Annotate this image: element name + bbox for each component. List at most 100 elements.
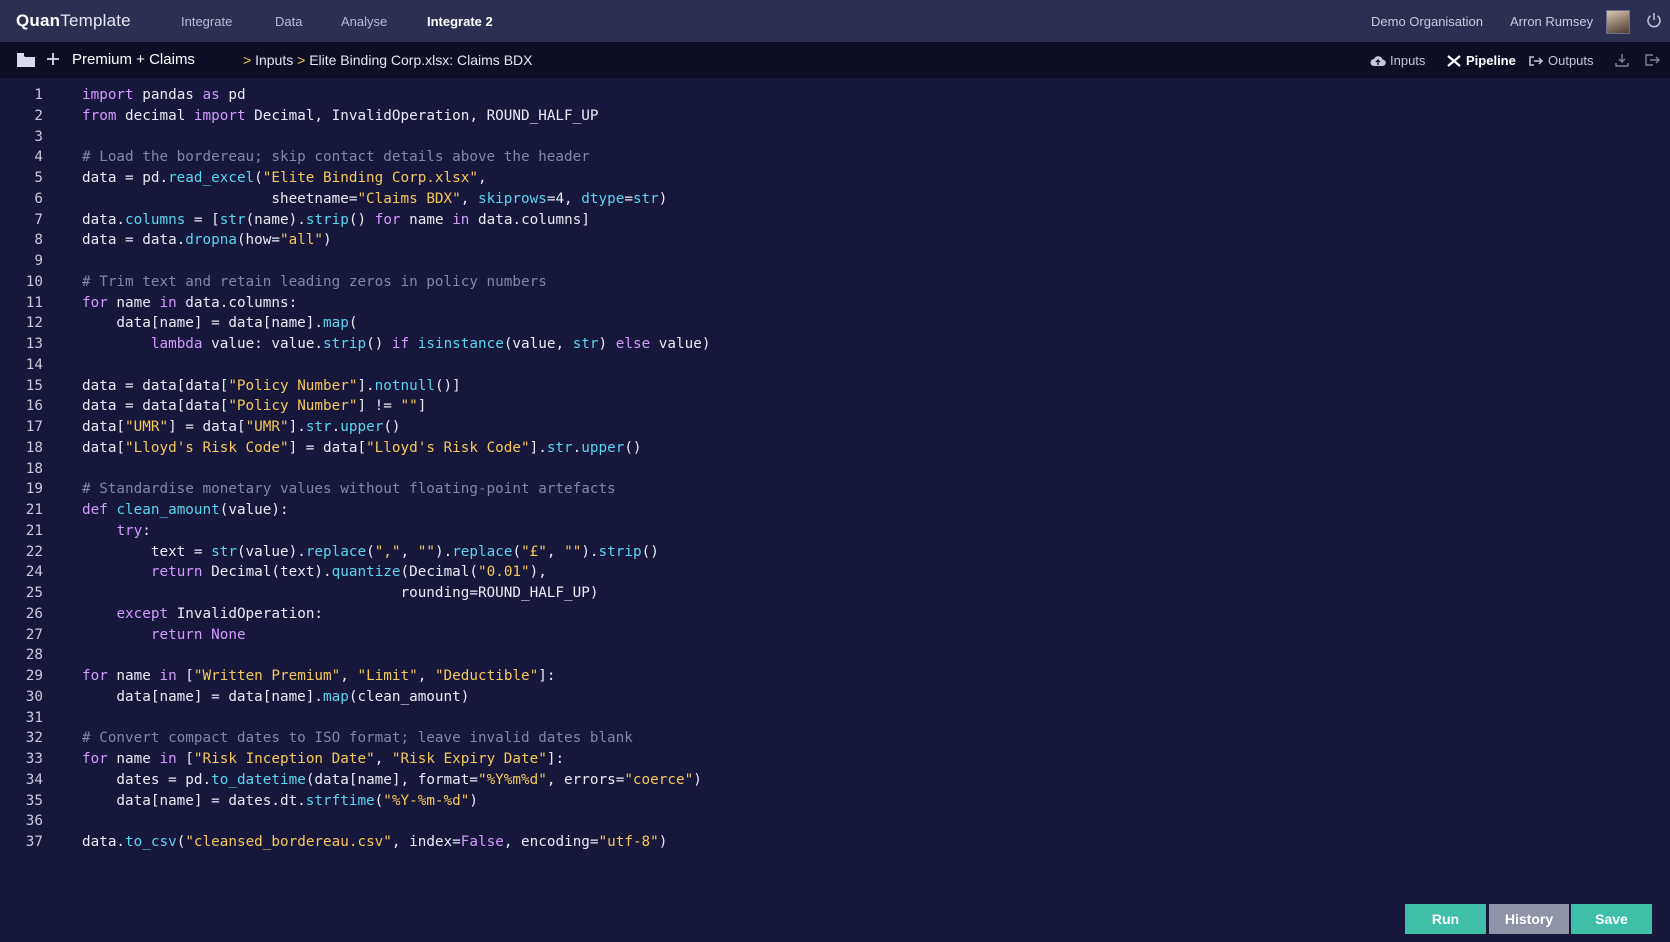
code-line[interactable]: 13 lambda value: value.strip() if isinst… (0, 336, 1400, 358)
project-name[interactable]: Premium + Claims (72, 51, 195, 68)
user-name[interactable]: Arron Rumsey (1510, 14, 1593, 29)
code-token: str (572, 336, 599, 352)
code-line[interactable]: 5 data = pd.read_excel("Elite Binding Cor… (0, 170, 1400, 192)
organisation-menu[interactable]: Demo Organisation (1371, 14, 1483, 29)
code-token: "utf-8" (598, 834, 659, 850)
line-number: 28 (25, 647, 43, 664)
code-token: quantize (331, 564, 401, 581)
avatar[interactable] (1606, 10, 1630, 34)
inputs-view-button[interactable]: Inputs (1370, 53, 1425, 68)
code-token: pandas (133, 87, 203, 103)
plus-icon[interactable] (46, 52, 60, 66)
code-line[interactable]: 25 rounding=ROUND_HALF_UP) (0, 585, 1400, 607)
code-line[interactable]: 18 data["Lloyd's Risk Code"] = data["Lloy… (0, 440, 1400, 462)
nav-data[interactable]: Data (275, 14, 302, 29)
line-number: 16 (25, 398, 43, 415)
code-token: InvalidOperation: (168, 605, 324, 622)
code-line[interactable]: 1 import pandas as pd (0, 87, 1400, 109)
nav-analyse[interactable]: Analyse (341, 14, 387, 29)
code-line[interactable]: 21 try: (0, 523, 1400, 545)
code-line[interactable]: 4 # Load the bordereau; skip contact deta… (0, 149, 1400, 171)
code-line[interactable]: 11 for name in data.columns: (0, 295, 1400, 317)
code-line[interactable]: 27 return None (0, 627, 1400, 649)
code-line[interactable]: 17 data["UMR"] = data["UMR"].str.upper() (0, 419, 1400, 441)
power-icon[interactable] (1645, 11, 1663, 29)
code-token: for (82, 294, 108, 311)
code-text: # Convert compact dates to ISO format; l… (82, 730, 633, 746)
export-icon[interactable] (1644, 52, 1660, 68)
code-token: data = data. (82, 232, 186, 249)
code-line[interactable]: 10 # Trim text and retain leading zeros i… (0, 274, 1400, 296)
nav-integrate-2[interactable]: Integrate 2 (427, 14, 493, 29)
history-button[interactable]: History (1489, 904, 1569, 934)
save-button[interactable]: Save (1571, 904, 1652, 934)
code-line[interactable]: 33 for name in ["Risk Inception Date", "R… (0, 751, 1400, 773)
code-line[interactable]: 15 data = data[data["Policy Number"].notn… (0, 378, 1400, 400)
line-number: 13 (25, 336, 43, 352)
code-line[interactable]: 28 (0, 647, 1400, 669)
line-number: 36 (25, 813, 43, 830)
code-token: ) (469, 792, 478, 809)
cloud-upload-icon (1370, 55, 1386, 66)
line-number: 30 (25, 688, 43, 705)
outputs-view-button[interactable]: Outputs (1528, 53, 1594, 68)
code-line[interactable]: 8 data = data.dropna(how="all") (0, 232, 1400, 254)
code-token: "" (564, 543, 582, 560)
breadcrumb-file[interactable]: Elite Binding Corp.xlsx: Claims BDX (309, 52, 532, 68)
nav-integrate[interactable]: Integrate (181, 14, 232, 29)
code-token: try (116, 522, 143, 539)
line-number: 8 (34, 232, 43, 249)
code-editor[interactable]: 1 import pandas as pd 2 from decimal import… (0, 78, 1670, 942)
code-token: ]: (538, 668, 556, 684)
breadcrumb-inputs[interactable]: Inputs (255, 52, 293, 68)
pipeline-view-button[interactable]: Pipeline (1446, 53, 1516, 68)
code-line[interactable]: 14 (0, 357, 1400, 379)
code-text: # Load the bordereau; skip contact detai… (82, 149, 590, 165)
code-token: "%Y%m%d" (477, 771, 547, 788)
code-text: rounding=ROUND_HALF_UP) (82, 585, 598, 601)
code-line[interactable]: 37 data.to_csv("cleansed_bordereau.csv", … (0, 834, 1400, 856)
code-line[interactable]: 12 data[name] = data[name].map( (0, 315, 1400, 337)
breadcrumb: > Inputs > Elite Binding Corp.xlsx: Clai… (243, 52, 533, 68)
run-button[interactable]: Run (1405, 904, 1486, 934)
code-text: data["UMR"] = data["UMR"].str.upper() (82, 419, 401, 435)
code-token: for (374, 211, 401, 228)
code-token: "Elite Binding Corp.xlsx" (262, 170, 478, 186)
code-line[interactable]: 31 (0, 710, 1400, 732)
project-toolbar: Premium + Claims > Inputs > Elite Bindin… (0, 42, 1670, 78)
code-line[interactable]: 21 def clean_amount(value): (0, 502, 1400, 524)
code-line[interactable]: 36 (0, 813, 1400, 835)
code-line[interactable]: 2 from decimal import Decimal, InvalidOpe… (0, 108, 1400, 130)
code-token: (data[name], format= (305, 771, 478, 788)
code-line[interactable]: 29 for name in ["Written Premium", "Limit… (0, 668, 1400, 690)
code-line[interactable]: 30 data[name] = data[name].map(clean_amo… (0, 689, 1400, 711)
code-token: () (624, 439, 642, 456)
code-line[interactable]: 3 (0, 129, 1400, 151)
line-number: 1 (34, 87, 43, 103)
code-token: import (82, 87, 134, 103)
folder-icon[interactable] (17, 53, 35, 67)
code-token: [ (176, 751, 194, 767)
code-line[interactable]: 35 data[name] = dates.dt.strftime("%Y-%m… (0, 793, 1400, 815)
code-line[interactable]: 22 text = str(value).replace(",", "").re… (0, 544, 1400, 566)
code-token: rounding=ROUND_HALF_UP) (82, 585, 599, 601)
code-line[interactable]: 34 dates = pd.to_datetime(data[name], fo… (0, 772, 1400, 794)
code-token: data[ (82, 439, 126, 456)
code-token: ), (529, 564, 547, 581)
code-line[interactable]: 24 return Decimal(text).quantize(Decimal… (0, 564, 1400, 586)
code-line[interactable]: 16 data = data[data["Policy Number"] != "… (0, 398, 1400, 420)
code-line[interactable]: 6 sheetname="Claims BDX", skiprows=4, dt… (0, 191, 1400, 213)
download-icon[interactable] (1614, 52, 1630, 68)
code-line[interactable]: 18 (0, 461, 1400, 483)
line-number: 7 (34, 211, 43, 228)
code-line[interactable]: 9 (0, 253, 1400, 275)
code-line[interactable]: 7 data.columns = [str(name).strip() for n… (0, 212, 1400, 234)
code-line[interactable]: 19 # Standardise monetary values without … (0, 481, 1400, 503)
app-logo[interactable]: QuanTemplate (16, 11, 131, 31)
code-line[interactable]: 26 except InvalidOperation: (0, 606, 1400, 628)
code-token: , encoding= (503, 834, 599, 850)
line-number: 21 (25, 502, 43, 518)
code-line[interactable]: 32 # Convert compact dates to ISO format;… (0, 730, 1400, 752)
code-token: () (641, 543, 659, 560)
